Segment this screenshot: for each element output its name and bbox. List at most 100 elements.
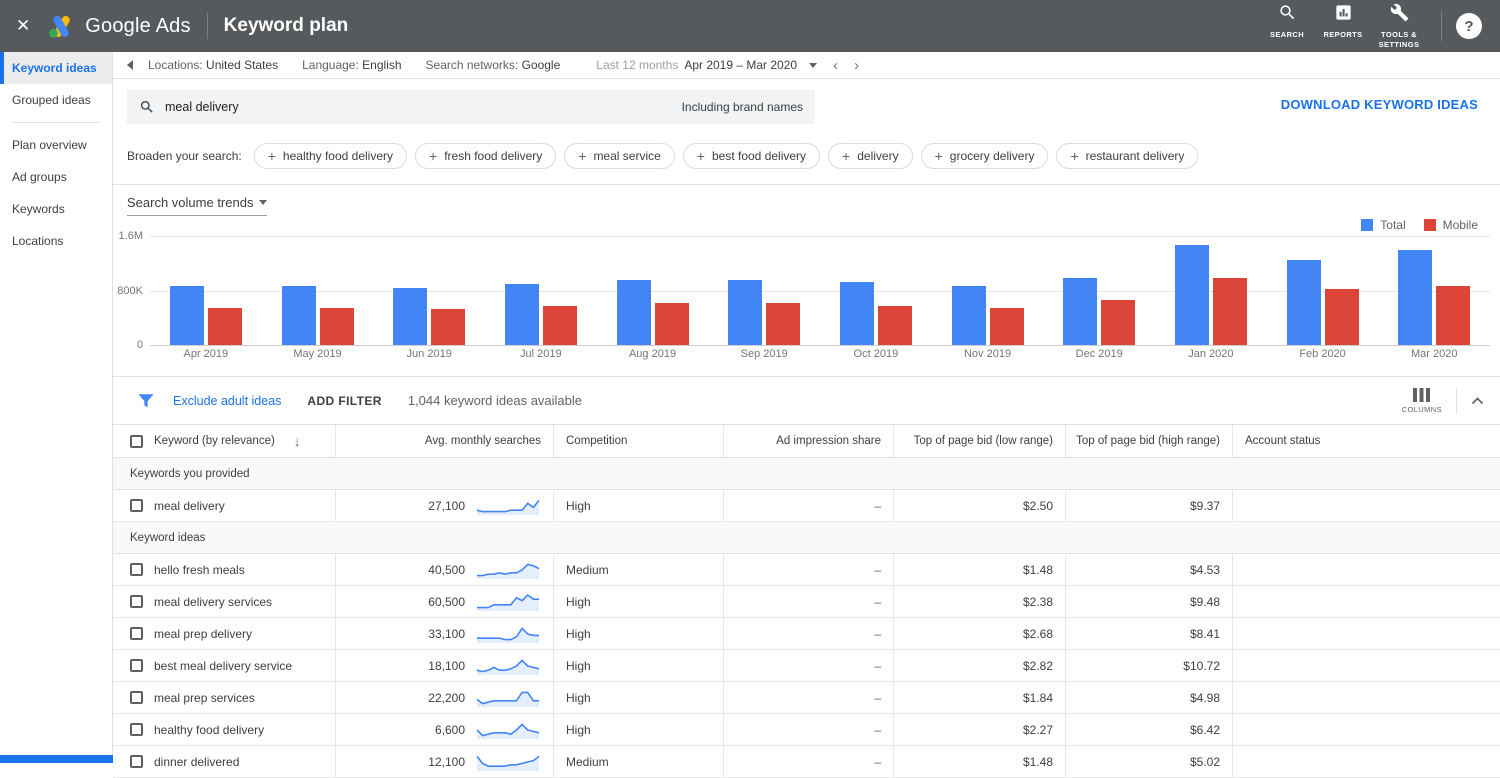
- top-bid-high-cell: $10.72: [1065, 650, 1232, 681]
- mobile-bar[interactable]: [320, 308, 354, 345]
- collapse-table-chevron-up-icon[interactable]: [1471, 396, 1484, 405]
- sidebar-item-locations[interactable]: Locations: [0, 225, 112, 257]
- topbar-nav-reports[interactable]: REPORTS: [1315, 3, 1371, 49]
- header-keyword-by-relevance-[interactable]: Keyword (by relevance)↓: [113, 425, 335, 457]
- mobile-bar[interactable]: [878, 306, 912, 346]
- download-keyword-ideas-link[interactable]: DOWNLOAD KEYWORD IDEAS: [1281, 97, 1478, 112]
- total-bar[interactable]: [1175, 245, 1209, 345]
- total-bar[interactable]: [505, 284, 539, 345]
- chevron-down-icon: [259, 200, 267, 205]
- mobile-bar[interactable]: [208, 308, 242, 345]
- mobile-bar[interactable]: [1101, 300, 1135, 345]
- page-title: Keyword plan: [224, 15, 349, 37]
- sidebar-item-plan-overview[interactable]: Plan overview: [0, 129, 112, 161]
- total-bar[interactable]: [840, 282, 874, 345]
- select-all-checkbox[interactable]: [130, 435, 143, 448]
- row-checkbox[interactable]: [130, 723, 143, 736]
- total-bar[interactable]: [282, 286, 316, 345]
- date-range-dropdown[interactable]: Last 12 months Apr 2019 – Mar 2020: [596, 58, 817, 72]
- collapse-panel-icon[interactable]: [125, 59, 134, 71]
- competition-cell: High: [553, 490, 723, 521]
- row-checkbox[interactable]: [130, 499, 143, 512]
- total-bar[interactable]: [1398, 250, 1432, 345]
- keyword-ideas-count: 1,044 keyword ideas available: [408, 393, 582, 408]
- broaden-chip-fresh-food-delivery[interactable]: +fresh food delivery: [415, 143, 556, 169]
- topbar-nav-tools-settings[interactable]: TOOLS & SETTINGS: [1371, 3, 1427, 49]
- sidebar-item-keyword-ideas[interactable]: Keyword ideas: [0, 52, 112, 84]
- broaden-chip-restaurant-delivery[interactable]: +restaurant delivery: [1056, 143, 1198, 169]
- sidebar-item-keywords[interactable]: Keywords: [0, 193, 112, 225]
- topbar-nav-search[interactable]: SEARCH: [1259, 3, 1315, 49]
- ad-impression-share-value: –: [874, 723, 881, 737]
- total-bar[interactable]: [952, 286, 986, 345]
- total-bar[interactable]: [393, 288, 427, 345]
- top-bid-low-cell: $1.48: [893, 554, 1065, 585]
- close-icon[interactable]: ✕: [16, 16, 30, 36]
- setting-language-[interactable]: Language: English: [302, 58, 401, 72]
- total-bar[interactable]: [1287, 260, 1321, 345]
- mobile-bar[interactable]: [655, 303, 689, 345]
- prev-period-button[interactable]: ‹: [833, 58, 838, 73]
- broaden-chip-meal-service[interactable]: +meal service: [564, 143, 675, 169]
- broaden-chip-delivery[interactable]: +delivery: [828, 143, 913, 169]
- row-checkbox[interactable]: [130, 691, 143, 704]
- top-app-bar: ✕ Google Ads Keyword plan SEARCHREPORTST…: [0, 0, 1500, 52]
- top-bid-high-value: $5.02: [1190, 755, 1220, 769]
- table-row: healthy food delivery6,600High–$2.27$6.4…: [113, 714, 1500, 746]
- broaden-search-label: Broaden your search:: [127, 149, 242, 163]
- avg-monthly-searches-cell: 40,500: [335, 554, 553, 585]
- sparkline-chart: [475, 592, 541, 612]
- account-status-cell: [1232, 714, 1500, 745]
- total-bar[interactable]: [1063, 278, 1097, 345]
- top-bid-low-value: $2.27: [1023, 723, 1053, 737]
- mobile-bar[interactable]: [766, 303, 800, 345]
- reports-icon: [1334, 3, 1353, 27]
- x-axis-tick-label: Apr 2019: [150, 348, 262, 360]
- legend-item-mobile[interactable]: Mobile: [1424, 218, 1478, 232]
- header-top-of-page-bid-high-range-[interactable]: Top of page bid (high range): [1065, 425, 1232, 457]
- row-checkbox[interactable]: [130, 595, 143, 608]
- mobile-bar[interactable]: [1325, 289, 1359, 345]
- total-bar[interactable]: [617, 280, 651, 345]
- sidebar-item-ad-groups[interactable]: Ad groups: [0, 161, 112, 193]
- header-avg-monthly-searches[interactable]: Avg. monthly searches: [335, 425, 553, 457]
- broaden-chip-grocery-delivery[interactable]: +grocery delivery: [921, 143, 1049, 169]
- add-filter-button[interactable]: ADD FILTER: [307, 394, 381, 408]
- header-top-of-page-bid-low-range-[interactable]: Top of page bid (low range): [893, 425, 1065, 457]
- ad-impression-share-cell: –: [723, 618, 893, 649]
- header-account-status[interactable]: Account status: [1232, 425, 1500, 457]
- row-checkbox[interactable]: [130, 563, 143, 576]
- plus-icon: +: [935, 149, 943, 163]
- setting-search-networks-[interactable]: Search networks: Google: [426, 58, 561, 72]
- legend-item-total[interactable]: Total: [1361, 218, 1405, 232]
- broaden-chip-healthy-food-delivery[interactable]: +healthy food delivery: [254, 143, 407, 169]
- broaden-chip-best-food-delivery[interactable]: +best food delivery: [683, 143, 820, 169]
- mobile-bar[interactable]: [543, 306, 577, 345]
- header-competition[interactable]: Competition: [553, 425, 723, 457]
- exclude-adult-ideas-filter[interactable]: Exclude adult ideas: [173, 394, 281, 408]
- row-checkbox[interactable]: [130, 755, 143, 768]
- header-ad-impression-share[interactable]: Ad impression share: [723, 425, 893, 457]
- chart-type-dropdown[interactable]: Search volume trends: [127, 195, 267, 216]
- total-bar[interactable]: [170, 286, 204, 345]
- mobile-bar[interactable]: [990, 308, 1024, 345]
- mobile-bar[interactable]: [1213, 278, 1247, 345]
- columns-button[interactable]: COLUMNS: [1402, 388, 1442, 414]
- keyword-ideas-table: Keyword (by relevance)↓Avg. monthly sear…: [113, 425, 1500, 778]
- sidebar-item-grouped-ideas[interactable]: Grouped ideas: [0, 84, 112, 116]
- total-bar[interactable]: [728, 280, 762, 345]
- mobile-bar[interactable]: [431, 309, 465, 345]
- mobile-bar[interactable]: [1436, 286, 1470, 345]
- keyword-search-input[interactable]: meal delivery Including brand names: [127, 90, 815, 124]
- horizontal-scrollbar-thumb[interactable]: [0, 755, 113, 763]
- setting-locations-[interactable]: Locations: United States: [148, 58, 278, 72]
- row-checkbox[interactable]: [130, 659, 143, 672]
- bar-groups: [150, 236, 1490, 345]
- x-axis-tick-label: Sep 2019: [708, 348, 820, 360]
- row-checkbox[interactable]: [130, 627, 143, 640]
- next-period-button[interactable]: ›: [854, 58, 859, 73]
- competition-cell: High: [553, 714, 723, 745]
- sparkline-chart: [475, 688, 541, 708]
- help-button[interactable]: ?: [1456, 13, 1482, 39]
- date-range-value: Apr 2019 – Mar 2020: [684, 58, 797, 72]
